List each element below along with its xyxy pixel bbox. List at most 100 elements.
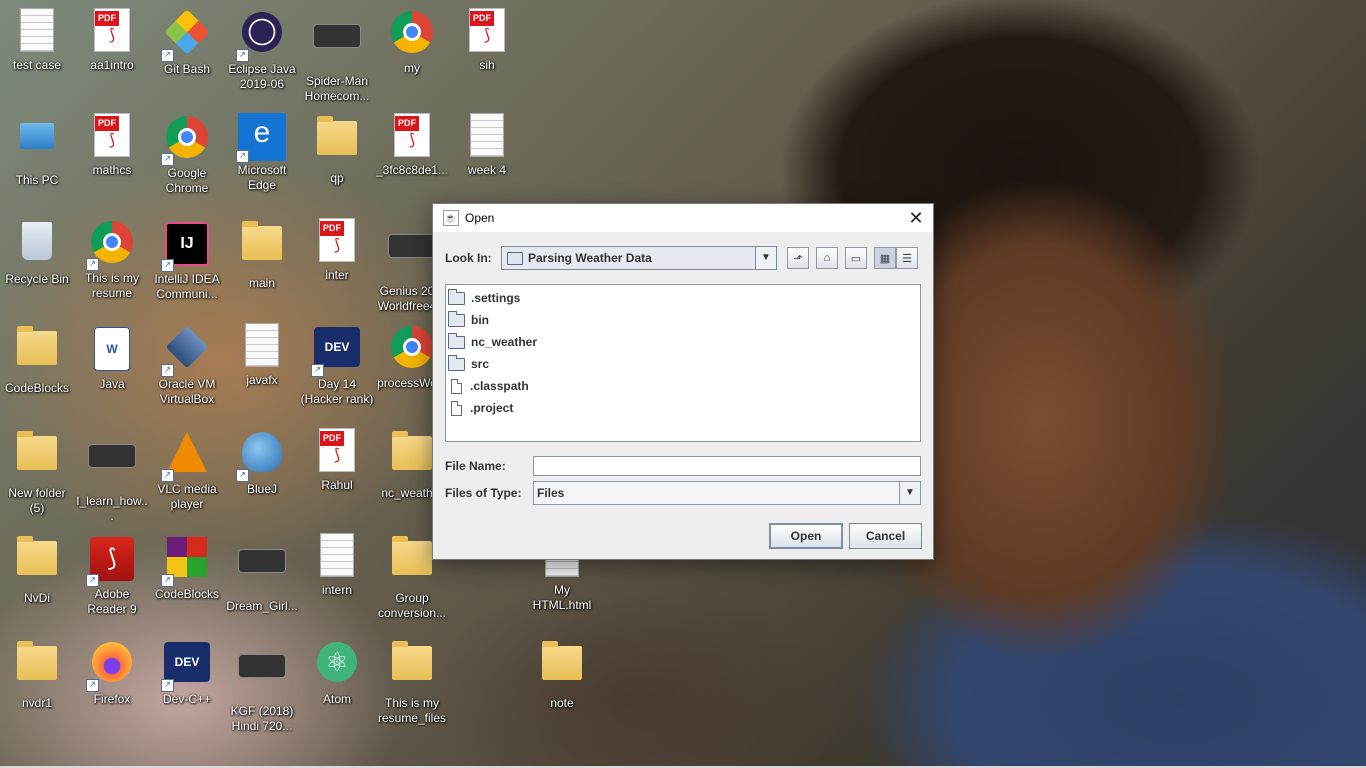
- desktop-icon-test-case[interactable]: test case: [0, 8, 74, 73]
- look-in-combo[interactable]: Parsing Weather Data ▼: [501, 246, 777, 270]
- file-name-text: .project: [470, 401, 514, 415]
- desktop-icon-nvdi[interactable]: NvDi: [0, 533, 74, 606]
- desktop-icon-label: My HTML.html: [532, 583, 592, 612]
- desktop-icon-git-bash[interactable]: ↗ Git Bash: [150, 8, 224, 77]
- dialog-titlebar[interactable]: ☕ Open ✕: [433, 204, 933, 232]
- desktop-icon-firefox[interactable]: ↗ Firefox: [75, 638, 149, 707]
- desktop-icon-vlc-media-player[interactable]: ↗ VLC media player: [150, 428, 224, 512]
- desktop-icon-qp[interactable]: qp: [300, 113, 374, 186]
- desktop-icon-google-chrome[interactable]: ↗ Google Chrome: [150, 113, 224, 196]
- desktop-icon-recycle-bin[interactable]: Recycle Bin: [0, 218, 74, 287]
- open-button[interactable]: Open: [769, 523, 843, 549]
- doc-icon: [463, 113, 511, 161]
- shortcut-arrow-icon: ↗: [161, 49, 174, 62]
- chevron-down-icon[interactable]: ▼: [899, 482, 920, 504]
- details-view-button[interactable]: ☰: [896, 247, 918, 269]
- desktop-icon-label: Spider-Man Homecom...: [304, 74, 370, 103]
- file-list-item[interactable]: src: [446, 353, 920, 375]
- desktop-icon-eclipse-java-2019-06[interactable]: ↗ Eclipse Java 2019-06: [225, 8, 299, 92]
- pc-icon: [13, 123, 61, 171]
- desktop-icon-this-is-my-resume-files[interactable]: This is my resume_files: [375, 638, 449, 726]
- home-button[interactable]: ⌂: [816, 247, 838, 269]
- desktop-icon-nvdr1[interactable]: nvdr1: [0, 638, 74, 711]
- shortcut-arrow-icon: ↗: [236, 150, 249, 163]
- look-in-label: Look In:: [445, 251, 492, 265]
- desktop-icon-label: inter: [325, 268, 349, 282]
- file-name-text: src: [471, 357, 490, 371]
- desktop-icon-day-14-hacker-rank[interactable]: DEV ↗ Day 14 (Hacker rank): [300, 323, 374, 407]
- files-of-type-row: Files of Type: Files ▼: [445, 481, 921, 505]
- desktop-icon-mathcs[interactable]: PDF ⟆ mathcs: [75, 113, 149, 178]
- desktop-icon-label: New folder (5): [8, 486, 66, 515]
- desktop-icon-main[interactable]: main: [225, 218, 299, 291]
- desktop-icon-intellij-idea-communi[interactable]: IJ ↗ IntelliJ IDEA Communi...: [150, 218, 224, 302]
- desktop-icon-inter[interactable]: PDF ⟆ inter: [300, 218, 374, 283]
- desktop-icon-dream-girl[interactable]: Dream_Girl...: [225, 533, 299, 614]
- desktop-icon-label: _3fc8c8de1...: [375, 163, 449, 177]
- desktop-icon-label: This is my resume_files: [377, 696, 447, 725]
- desktop-icon-my[interactable]: my: [375, 8, 449, 76]
- desktop-icon-microsoft-edge[interactable]: e ↗ Microsoft Edge: [225, 113, 299, 193]
- list-view-button[interactable]: ▦: [874, 247, 896, 269]
- desktop-icon-3fc8c8de1[interactable]: PDF ⟆ _3fc8c8de1...: [375, 113, 449, 178]
- desktop-icon-codeblocks[interactable]: ↗ CodeBlocks: [150, 533, 224, 602]
- desktop-icon-label: mathcs: [92, 163, 132, 177]
- shortcut-arrow-icon: ↗: [86, 574, 99, 587]
- codeblocks-icon: ↗: [161, 537, 211, 587]
- desktop-icon-this-is-my-resume[interactable]: ↗ This is my resume: [75, 218, 149, 301]
- desktop-icon-note[interactable]: note: [525, 638, 599, 711]
- file-list[interactable]: .settings bin nc_weathersrc .classpath .proj…: [445, 284, 921, 442]
- desktop-icon-spider-man-homecom[interactable]: Spider-Man Homecom...: [300, 8, 374, 104]
- desktop-icon-this-pc[interactable]: This PC: [0, 113, 74, 188]
- desktop-icon-label: CodeBlocks: [4, 381, 70, 395]
- chevron-down-icon[interactable]: ▼: [755, 247, 776, 269]
- new-folder-button[interactable]: ▭: [845, 247, 867, 269]
- up-one-level-button[interactable]: ⬏: [787, 247, 809, 269]
- file-list-item[interactable]: .settings: [446, 287, 920, 309]
- desktop-icon-rahul[interactable]: PDF ⟆ Rahul: [300, 428, 374, 493]
- desktop-icon-label: Eclipse Java 2019-06: [228, 62, 296, 91]
- file-name-text: .settings: [471, 291, 521, 305]
- folder-icon: [538, 641, 586, 694]
- firefox-icon: ↗: [86, 642, 136, 692]
- desktop-icon-bluej[interactable]: ↗ BlueJ: [225, 428, 299, 497]
- home-icon: ⌂: [823, 252, 831, 264]
- folder-icon: [448, 310, 465, 327]
- file-list-item[interactable]: bin: [446, 309, 920, 331]
- pdf-icon: PDF ⟆: [88, 113, 136, 161]
- file-list-item[interactable]: .project: [446, 397, 920, 419]
- desktop-icon-label: Day 14 (Hacker rank): [300, 377, 374, 406]
- desktop-icon-dev-c[interactable]: DEV ↗ Dev-C++: [150, 638, 224, 707]
- pdf-icon: PDF ⟆: [88, 8, 136, 56]
- desktop-icon-label: Atom: [322, 692, 351, 706]
- desktop-icon-atom[interactable]: ⚛ Atom: [300, 638, 374, 707]
- desktop-icon-javafx[interactable]: javafx: [225, 323, 299, 388]
- desktop-icon-kgf-2018-hindi-720[interactable]: KGF (2018) Hindi 720...: [225, 638, 299, 734]
- desktop-icon-label: week 4: [467, 163, 507, 177]
- pdf-icon: PDF ⟆: [313, 218, 361, 266]
- desktop-icon-adobe-reader-9[interactable]: ⟆ ↗ Adobe Reader 9: [75, 533, 149, 617]
- file-icon: [451, 378, 462, 394]
- file-name-input[interactable]: [533, 456, 921, 476]
- file-list-item[interactable]: nc_weather: [446, 331, 920, 353]
- folder-icon: [13, 431, 61, 484]
- cancel-button[interactable]: Cancel: [849, 523, 922, 549]
- files-of-type-combo[interactable]: Files ▼: [533, 481, 921, 505]
- desktop-icon-week-4[interactable]: week 4: [450, 113, 524, 178]
- desktop-icon-codeblocks[interactable]: CodeBlocks: [0, 323, 74, 396]
- desktop-icon-sih[interactable]: PDF ⟆ sih: [450, 8, 524, 73]
- desktop-icon-oracle-vm-virtualbox[interactable]: ↗ Oracle VM VirtualBox: [150, 323, 224, 407]
- desktop-icon-java[interactable]: W Java: [75, 323, 149, 392]
- folder-icon: [313, 116, 361, 169]
- details-view-icon: ☰: [902, 252, 912, 265]
- desktop-icon-aa1intro[interactable]: PDF ⟆ aa1intro: [75, 8, 149, 73]
- file-list-item[interactable]: .classpath: [446, 375, 920, 397]
- vlc-icon: ↗: [161, 432, 211, 482]
- desktop-icon-new-folder-5[interactable]: New folder (5): [0, 428, 74, 516]
- close-button[interactable]: ✕: [899, 204, 933, 232]
- files-of-type-value: Files: [537, 486, 565, 500]
- shortcut-arrow-icon: ↗: [236, 469, 249, 482]
- folder-icon: [13, 641, 61, 694]
- desktop-icon-i-learn-how[interactable]: I_learn_how...: [75, 428, 149, 524]
- desktop-icon-intern[interactable]: intern: [300, 533, 374, 598]
